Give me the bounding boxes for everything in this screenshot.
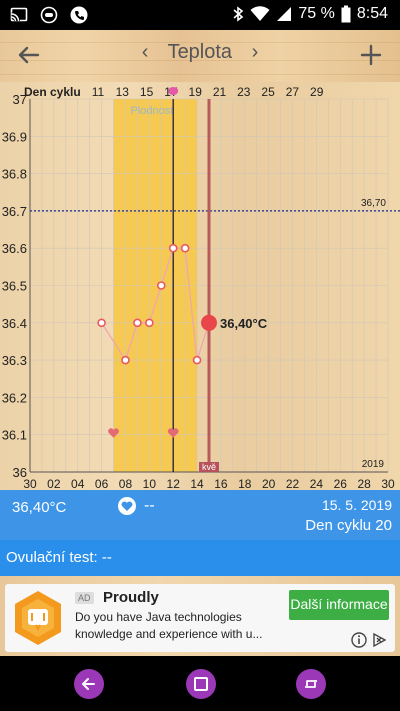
ad-badge: AD <box>75 592 94 604</box>
cycle-day: Den cyklu 20 <box>305 517 392 534</box>
x-tick-label: 18 <box>238 477 252 490</box>
x-tick-label: 06 <box>95 477 109 490</box>
phone-icon <box>70 6 88 24</box>
cycle-day-tick: 27 <box>286 85 300 99</box>
x-tick-label: 08 <box>119 477 133 490</box>
cycle-day-tick: 11 <box>92 85 105 99</box>
day-info-bar[interactable]: 36,40°C -- 15. 5. 2019 Den cyklu 20 <box>0 490 400 540</box>
current-temperature-label: 36,40°C <box>220 316 268 331</box>
sync-icon <box>40 6 58 24</box>
ad-choices-icon[interactable] <box>371 632 387 652</box>
ad-logo-icon[interactable] <box>9 589 67 647</box>
nav-recents-icon[interactable] <box>296 669 326 699</box>
ad-banner[interactable]: AD Proudly Do you have Java technologies… <box>0 576 400 656</box>
temperature-point[interactable] <box>133 318 142 328</box>
y-tick-label: 36.9 <box>2 129 27 144</box>
ad-description-line2: knowledge and experience with u... <box>75 627 263 641</box>
prev-chevron-icon[interactable]: ‹ <box>142 41 149 64</box>
nav-back-icon[interactable] <box>74 669 104 699</box>
ovulation-marker-icon <box>168 87 179 95</box>
x-tick-label: 24 <box>310 477 324 490</box>
status-bar: 75 % 8:54 <box>0 0 400 30</box>
temperature-chart[interactable]: Plodnost 36 36.1 36.2 36.3 36.4 36.5 36.6 36.7 36… <box>0 82 400 490</box>
x-tick-label: 10 <box>143 477 157 490</box>
selected-date: 15. 5. 2019 <box>321 497 392 513</box>
coverline-label: 36,70 <box>361 198 386 209</box>
ad-card[interactable]: AD Proudly Do you have Java technologies… <box>5 584 395 652</box>
x-tick-label: 02 <box>47 477 61 490</box>
next-chevron-icon[interactable]: › <box>252 41 259 64</box>
cycle-day-tick: 29 <box>310 85 324 99</box>
wifi-icon <box>250 6 270 22</box>
temperature-point[interactable] <box>121 355 130 365</box>
y-tick-label: 36.2 <box>2 390 27 405</box>
x-tick-label: 30 <box>381 477 395 490</box>
y-tick-label: 36.4 <box>2 316 27 331</box>
x-tick-label-start: 30 <box>23 477 37 490</box>
add-icon[interactable] <box>356 40 386 70</box>
current-temperature-point[interactable] <box>201 314 217 331</box>
intercourse-indicator: -- <box>118 497 155 515</box>
cycle-day-tick: 21 <box>213 85 227 99</box>
cycle-day-tick: 25 <box>261 85 275 99</box>
bluetooth-icon <box>232 5 244 23</box>
temperature-point[interactable] <box>168 243 178 253</box>
temperature-point[interactable] <box>156 281 166 290</box>
cycle-day-tick: 13 <box>116 85 130 99</box>
signal-icon <box>276 6 292 22</box>
ad-title[interactable]: Proudly <box>103 589 159 606</box>
y-tick-label: 36.3 <box>2 353 27 368</box>
x-tick-label: 14 <box>190 477 204 490</box>
clock: 8:54 <box>356 5 388 22</box>
intercourse-value: -- <box>144 497 155 514</box>
ovulation-test-text: Ovulační test: -- <box>6 549 112 566</box>
system-nav-bar <box>0 656 400 711</box>
temperature-point[interactable] <box>180 243 190 253</box>
y-tick-label: 36.7 <box>2 204 27 219</box>
cycle-day-tick: 15 <box>140 85 154 99</box>
x-tick-label: 16 <box>214 477 228 490</box>
y-tick-label: 36.5 <box>2 279 27 294</box>
cast-icon <box>10 6 28 24</box>
fertile-window-label: Plodnost <box>131 105 174 117</box>
selected-temperature: 36,40°C <box>12 499 67 516</box>
battery-icon <box>341 5 351 23</box>
temperature-point[interactable] <box>145 318 154 328</box>
ad-description-line1: Do you have Java technologies <box>75 610 242 624</box>
heart-icon <box>118 497 136 515</box>
cycle-day-tick: 23 <box>237 85 251 99</box>
y-tick-label: 36.8 <box>2 167 27 182</box>
temperature-point[interactable] <box>97 318 106 328</box>
cycle-day-tick: 19 <box>189 85 203 99</box>
y-tick-label: 36.1 <box>2 428 27 443</box>
app-toolbar: ‹ Teplota › <box>0 30 400 82</box>
x-tick-label: 20 <box>262 477 276 490</box>
ovulation-test-row[interactable]: Ovulační test: -- <box>0 540 400 576</box>
ad-info-icon[interactable] <box>351 632 367 652</box>
y-tick-label: 36.6 <box>2 241 27 256</box>
temperature-point[interactable] <box>192 355 202 365</box>
x-tick-label: 28 <box>357 477 371 490</box>
x-tick-label: 26 <box>334 477 348 490</box>
x-tick-label: 04 <box>71 477 85 490</box>
nav-home-icon[interactable] <box>186 669 216 699</box>
x-tick-label: 22 <box>286 477 300 490</box>
ad-cta-button[interactable]: Další informace <box>289 590 389 620</box>
period-label: kvě <box>202 462 216 472</box>
year-label: 2019 <box>362 459 385 470</box>
chart-svg[interactable]: Plodnost3636.136.236.336.436.536.636.736… <box>0 82 400 490</box>
battery-percent: 75 % <box>298 5 335 22</box>
cycle-header-label: Den cyklu <box>24 85 81 99</box>
x-tick-label: 12 <box>167 477 181 490</box>
page-title: Teplota <box>167 41 233 63</box>
